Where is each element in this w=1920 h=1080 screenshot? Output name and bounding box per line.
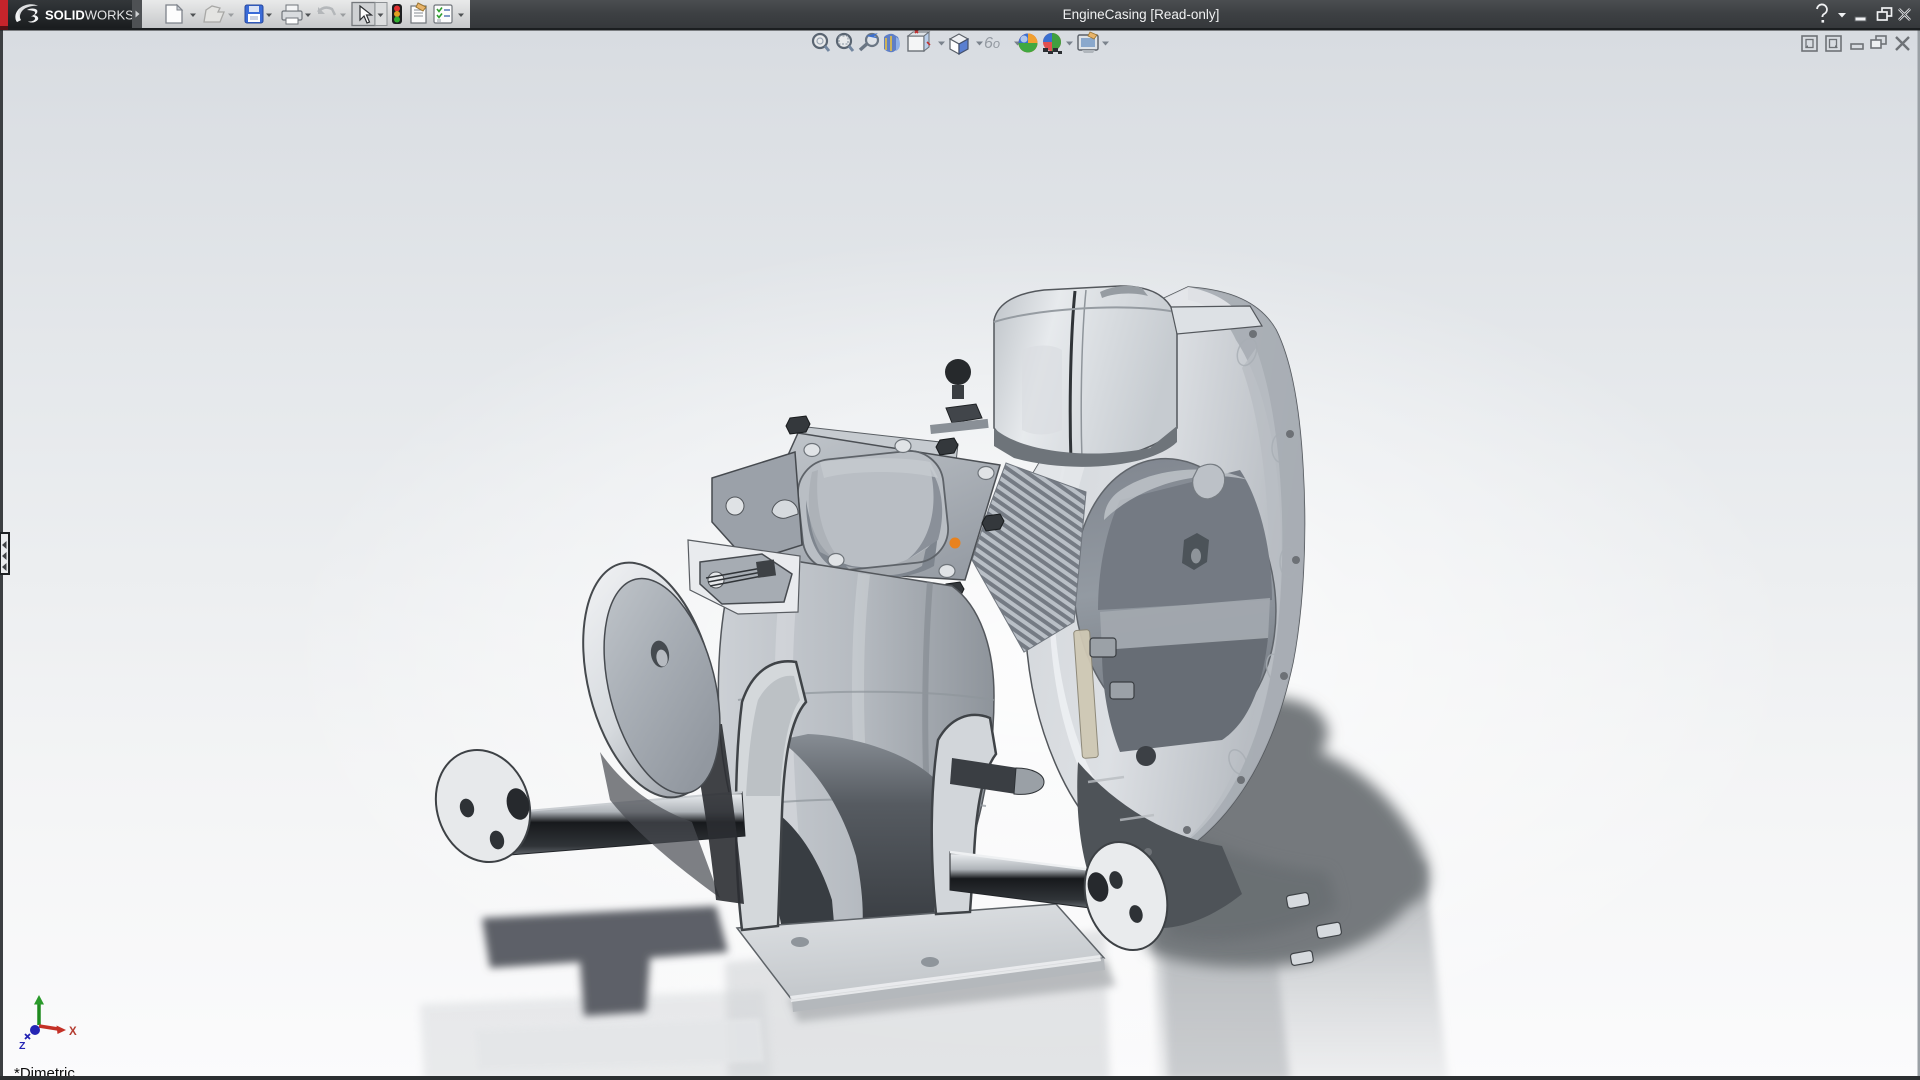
svg-text:SOLIDWORKS: SOLIDWORKS bbox=[45, 8, 134, 23]
svg-text:X: X bbox=[69, 1026, 77, 1038]
svg-text:6o: 6o bbox=[984, 35, 1000, 52]
svg-text:EngineCasing [Read-only]: EngineCasing [Read-only] bbox=[1063, 7, 1220, 22]
svg-text:Z: Z bbox=[19, 1040, 26, 1052]
